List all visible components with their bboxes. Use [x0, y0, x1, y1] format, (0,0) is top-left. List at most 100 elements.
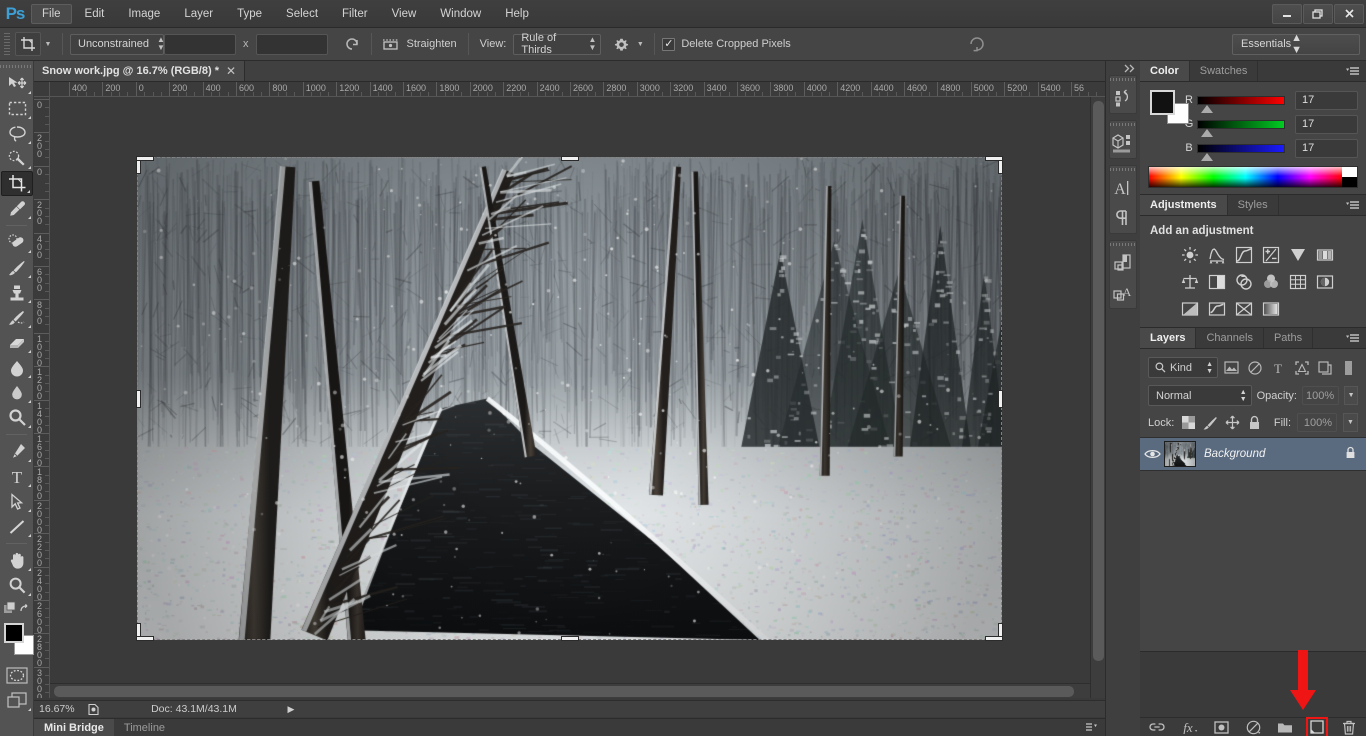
status-menu-arrow-icon[interactable]: ▶ — [284, 704, 298, 715]
exposure-icon[interactable] — [1259, 243, 1283, 267]
new-fill-adjustment-button[interactable] — [1244, 719, 1262, 736]
blend-mode-select[interactable]: Normal ▲ ▼ — [1148, 385, 1252, 406]
zoom-tool[interactable] — [1, 573, 33, 598]
scrollbar-thumb[interactable] — [1093, 101, 1104, 661]
options-bar-grip[interactable] — [4, 33, 10, 55]
document-tab[interactable]: Snow work.jpg @ 16.7% (RGB/8) * ✕ — [34, 61, 245, 81]
hand-tool[interactable] — [1, 548, 33, 573]
link-layers-button[interactable] — [1148, 719, 1166, 736]
tab-timeline[interactable]: Timeline — [114, 719, 175, 736]
crop-tool[interactable] — [1, 171, 33, 196]
hue-saturation-icon[interactable] — [1313, 243, 1337, 267]
collapse-to-icons-icon[interactable] — [1106, 61, 1140, 75]
color-spectrum-ramp[interactable] — [1148, 166, 1358, 188]
history-brush-tool[interactable] — [1, 305, 33, 330]
vibrance-icon[interactable] — [1286, 243, 1310, 267]
dock-group-grip[interactable] — [1110, 76, 1136, 83]
horizontal-type-tool[interactable]: T — [1, 464, 33, 489]
rectangular-marquee-tool[interactable] — [1, 96, 33, 121]
tools-panel-grip[interactable] — [0, 61, 33, 71]
tab-layers[interactable]: Layers — [1140, 328, 1196, 348]
invert-icon[interactable] — [1313, 270, 1337, 294]
table-row[interactable]: Background — [1140, 437, 1366, 471]
vertical-ruler[interactable]: 0 200 0 200 400 600 800 1000 1200 1400 1600 1800 200… — [34, 97, 50, 698]
crop-width-input[interactable] — [164, 34, 236, 55]
layer-thumbnail[interactable] — [1164, 441, 1196, 467]
spot-healing-brush-tool[interactable] — [1, 230, 33, 255]
color-swatches[interactable] — [0, 623, 34, 657]
delete-layer-button[interactable] — [1340, 719, 1358, 736]
path-selection-tool[interactable] — [1, 489, 33, 514]
color-panel-swatches[interactable] — [1150, 90, 1173, 124]
dock-group-grip[interactable] — [1110, 166, 1136, 173]
document-image[interactable] — [137, 157, 1002, 640]
menu-type[interactable]: Type — [226, 4, 273, 24]
pen-tool[interactable] — [1, 439, 33, 464]
brush-tool[interactable] — [1, 255, 33, 280]
selective-color-icon[interactable] — [1232, 297, 1256, 321]
tab-adjustments[interactable]: Adjustments — [1140, 195, 1228, 215]
channel-mixer-icon[interactable] — [1259, 270, 1283, 294]
blur-tool[interactable] — [1, 380, 33, 405]
filter-smart-object-icon[interactable] — [1315, 357, 1334, 378]
tab-swatches[interactable]: Swatches — [1190, 61, 1259, 81]
workspace-select[interactable]: Essentials ▲ ▼ — [1232, 34, 1360, 55]
layer-name[interactable]: Background — [1204, 448, 1265, 460]
menu-image[interactable]: Image — [117, 4, 171, 24]
swap-arrows-icon[interactable] — [340, 33, 364, 56]
fill-chevron-down-icon[interactable]: ▼ — [1343, 413, 1358, 432]
tab-channels[interactable]: Channels — [1196, 328, 1263, 348]
channel-slider-r[interactable] — [1197, 96, 1285, 105]
crop-handle-top-right[interactable] — [986, 157, 1002, 160]
brightness-contrast-icon[interactable] — [1178, 243, 1202, 267]
menu-layer[interactable]: Layer — [173, 4, 224, 24]
menu-help[interactable]: Help — [494, 4, 540, 24]
filter-toggle-icon[interactable] — [1339, 357, 1358, 378]
document-icon[interactable] — [82, 703, 104, 716]
canvas-horizontal-scrollbar[interactable] — [50, 683, 1090, 698]
layers-list-empty-area[interactable] — [1140, 471, 1366, 651]
character-icon[interactable]: A — [1110, 173, 1136, 203]
minimize-button[interactable] — [1272, 4, 1302, 24]
opacity-value[interactable]: 100% — [1302, 386, 1339, 405]
layer-filter-kind-select[interactable]: Kind ▲ ▼ — [1148, 357, 1218, 378]
close-button[interactable] — [1334, 4, 1364, 24]
zoom-level-input[interactable]: 16.67% — [34, 703, 82, 715]
character-styles-icon[interactable]: A — [1110, 278, 1136, 308]
crop-handle-left[interactable] — [137, 391, 140, 407]
crop-handle-bottom[interactable] — [562, 637, 578, 640]
channel-value-g[interactable]: 17 — [1295, 115, 1358, 134]
lock-position-icon[interactable] — [1224, 415, 1240, 431]
crop-overlay-select[interactable]: Rule of Thirds ▲ ▼ — [513, 34, 601, 55]
opacity-chevron-down-icon[interactable]: ▼ — [1344, 386, 1358, 405]
bottom-panel-menu[interactable] — [1086, 719, 1105, 736]
eraser-tool[interactable] — [1, 330, 33, 355]
channel-slider-g[interactable] — [1197, 120, 1285, 129]
spectrum-black-white[interactable] — [1342, 167, 1357, 187]
crop-handle-bottom-left[interactable] — [137, 637, 153, 640]
menu-view[interactable]: View — [381, 4, 428, 24]
posterize-icon[interactable] — [1178, 297, 1202, 321]
clone-stamp-tool[interactable] — [1, 280, 33, 305]
layer-mask-button[interactable] — [1212, 719, 1230, 736]
ruler-corner[interactable] — [34, 82, 50, 97]
delete-cropped-pixels-checkbox[interactable]: ✓ — [662, 38, 675, 51]
tab-color[interactable]: Color — [1140, 61, 1190, 81]
slider-knob[interactable] — [1201, 105, 1213, 113]
color-lookup-icon[interactable] — [1286, 270, 1310, 294]
layer-comps-icon[interactable] — [1110, 248, 1136, 278]
canvas-area[interactable] — [50, 97, 1105, 698]
threshold-icon[interactable] — [1205, 297, 1229, 321]
menu-filter[interactable]: Filter — [331, 4, 379, 24]
menu-window[interactable]: Window — [429, 4, 492, 24]
channel-value-r[interactable]: 17 — [1295, 91, 1358, 110]
layer-style-button[interactable]: fx — [1180, 719, 1198, 736]
screen-mode-button[interactable] — [1, 688, 33, 713]
channel-value-b[interactable]: 17 — [1295, 139, 1358, 158]
restore-button[interactable] — [1303, 4, 1333, 24]
straighten-icon[interactable] — [379, 33, 403, 56]
adjustments-panel-menu-icon[interactable] — [1340, 195, 1366, 215]
close-icon[interactable]: ✕ — [226, 64, 236, 78]
tab-styles[interactable]: Styles — [1228, 195, 1279, 215]
line-shape-tool[interactable] — [1, 514, 33, 539]
